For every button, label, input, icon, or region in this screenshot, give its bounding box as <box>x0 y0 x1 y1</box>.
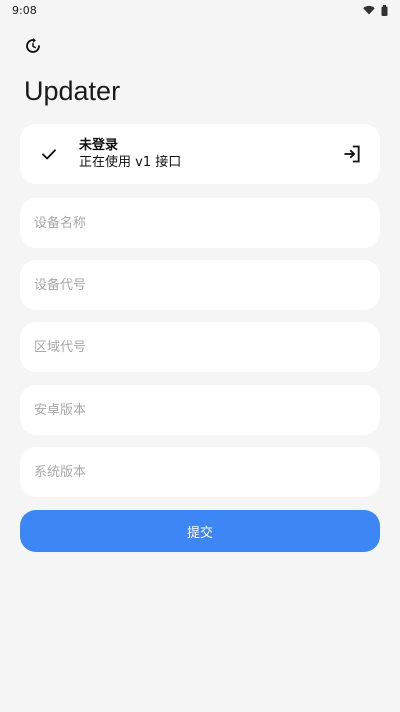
account-text: 未登录 正在使用 v1 接口 <box>79 137 181 171</box>
page-title: Updater <box>24 76 121 106</box>
region-code-input[interactable] <box>20 322 380 372</box>
status-icons <box>363 4 388 16</box>
refresh-button[interactable] <box>22 35 44 57</box>
login-icon[interactable] <box>342 144 362 164</box>
status-bar: 9:08 <box>0 0 400 20</box>
device-code-input[interactable] <box>20 260 380 310</box>
check-icon <box>42 149 56 160</box>
wifi-icon <box>363 5 375 15</box>
status-time: 9:08 <box>12 3 37 17</box>
device-name-input[interactable] <box>20 198 380 248</box>
account-api-version: 正在使用 v1 接口 <box>79 155 182 170</box>
submit-button[interactable]: 提交 <box>20 510 380 552</box>
android-version-input[interactable] <box>20 385 380 435</box>
account-card[interactable]: 未登录 正在使用 v1 接口 <box>20 124 380 184</box>
system-version-input[interactable] <box>20 447 380 497</box>
app-screen: 9:08 Updater 未登录 正在使用 v1 接口 设备名称 设备代号 区域… <box>0 0 400 712</box>
battery-icon <box>381 4 388 16</box>
refresh-icon <box>26 38 40 53</box>
account-status: 未登录 <box>79 138 119 153</box>
